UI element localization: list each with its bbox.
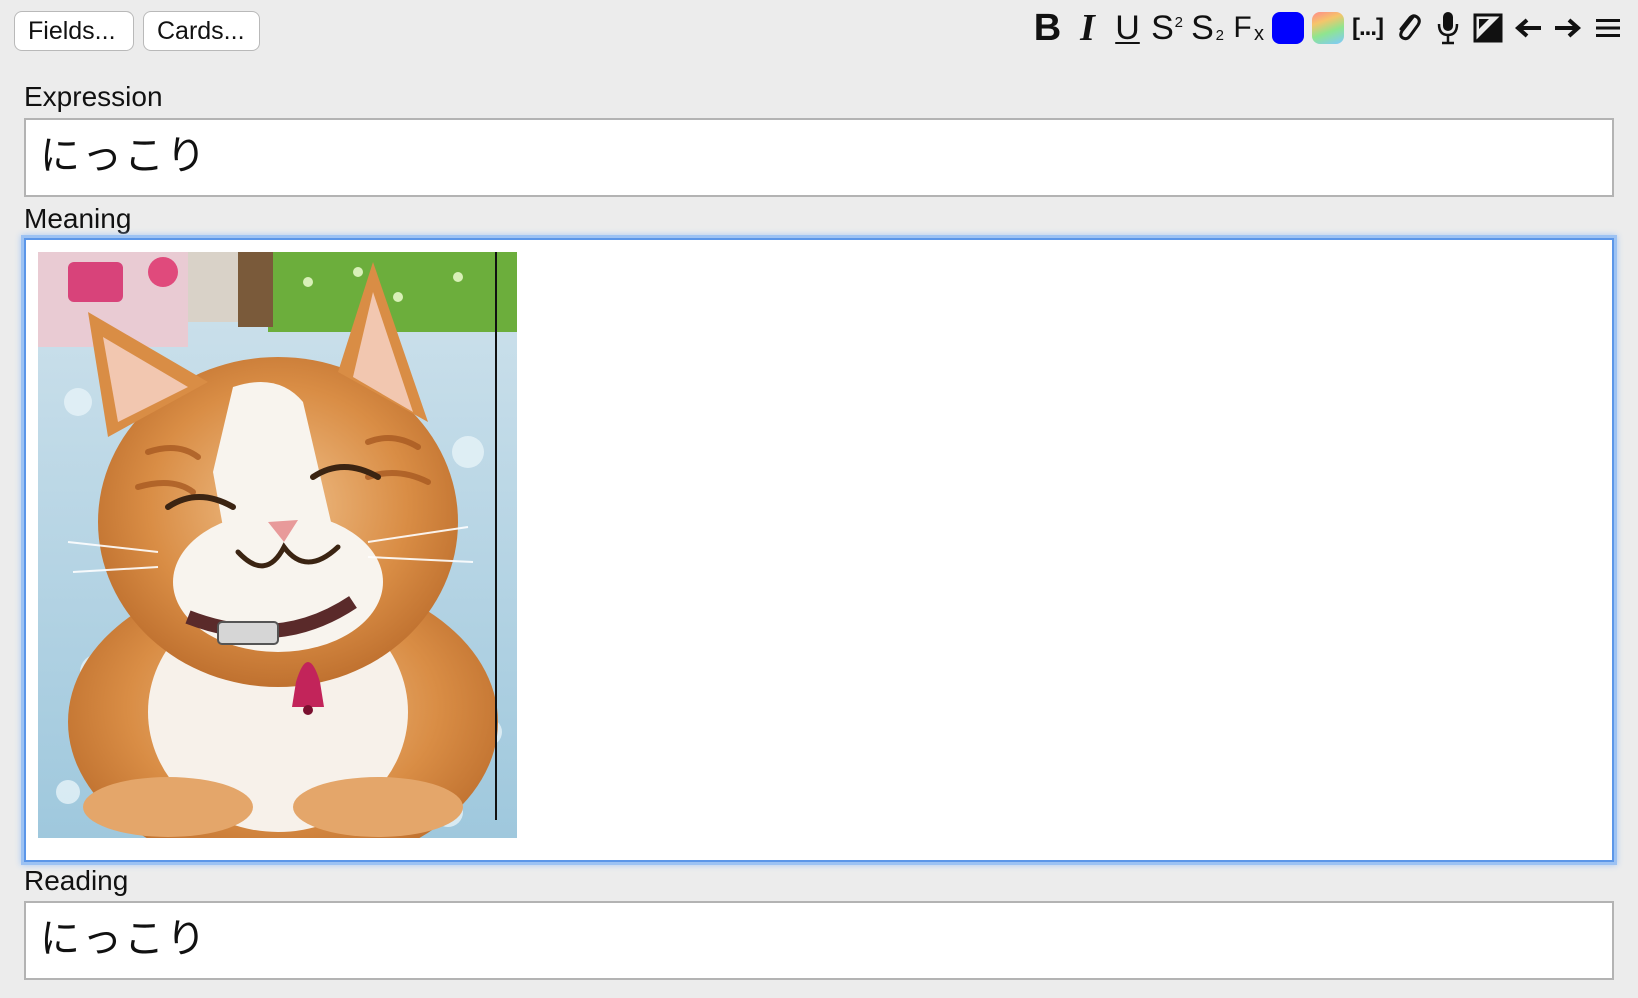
- editor-topbar: Fields... Cards... B I U S 2 S 2 F x [..…: [0, 0, 1638, 62]
- expression-field[interactable]: にっこり: [24, 118, 1614, 197]
- reading-value: にっこり: [40, 916, 208, 962]
- previous-icon: [1514, 18, 1541, 38]
- cards-button[interactable]: Cards...: [143, 11, 260, 51]
- highlight-color-button[interactable]: [1309, 8, 1346, 48]
- fields-button[interactable]: Fields...: [14, 11, 134, 51]
- clear-format-mark: x: [1254, 23, 1264, 45]
- clear-format-icon: F: [1233, 11, 1252, 44]
- expression-label: Expression: [24, 81, 163, 112]
- menu-icon: [1595, 19, 1620, 37]
- text-color-button[interactable]: [1269, 8, 1306, 48]
- subscript-icon: S: [1191, 9, 1214, 47]
- formatting-toolbar: B I U S 2 S 2 F x [...]: [1029, 6, 1626, 50]
- record-audio-icon: [1437, 12, 1458, 45]
- italic-button[interactable]: I: [1069, 8, 1106, 48]
- cloze-button[interactable]: [...]: [1349, 8, 1386, 48]
- meaning-field[interactable]: [24, 238, 1614, 862]
- next-button[interactable]: [1549, 8, 1586, 48]
- image-occlusion-button[interactable]: [1469, 8, 1506, 48]
- superscript-mark: 2: [1174, 14, 1183, 31]
- next-icon: [1554, 18, 1581, 38]
- italic-icon: I: [1080, 7, 1095, 49]
- subscript-mark: 2: [1215, 27, 1224, 44]
- text-color-icon: [1271, 12, 1304, 44]
- bold-button[interactable]: B: [1029, 8, 1066, 48]
- reading-label: Reading: [24, 865, 129, 896]
- previous-button[interactable]: [1509, 8, 1546, 48]
- image-occlusion-icon: [1473, 13, 1502, 43]
- reading-field[interactable]: にっこり: [24, 901, 1614, 980]
- bold-icon: B: [1033, 7, 1062, 49]
- record-audio-button[interactable]: [1429, 8, 1466, 48]
- underline-button[interactable]: U: [1109, 8, 1146, 48]
- cat-illustration: [38, 252, 517, 838]
- clear-format-button[interactable]: F x: [1229, 8, 1266, 48]
- smiling-cat-image: [38, 252, 517, 838]
- meaning-label: Meaning: [24, 203, 132, 234]
- note-editor: Fields... Cards... B I U S 2 S 2 F x [..…: [0, 0, 1638, 998]
- menu-button[interactable]: [1589, 8, 1626, 48]
- expression-value: にっこり: [40, 133, 208, 179]
- cloze-icon: [...]: [1352, 14, 1384, 41]
- attach-button[interactable]: [1389, 8, 1426, 48]
- superscript-icon: S: [1151, 9, 1174, 47]
- attach-icon: [1398, 14, 1421, 41]
- underline-icon: U: [1115, 9, 1140, 47]
- text-caret: [495, 252, 497, 820]
- superscript-button[interactable]: S 2: [1149, 8, 1186, 48]
- subscript-button[interactable]: S 2: [1189, 8, 1226, 48]
- highlight-color-icon: [1311, 12, 1344, 44]
